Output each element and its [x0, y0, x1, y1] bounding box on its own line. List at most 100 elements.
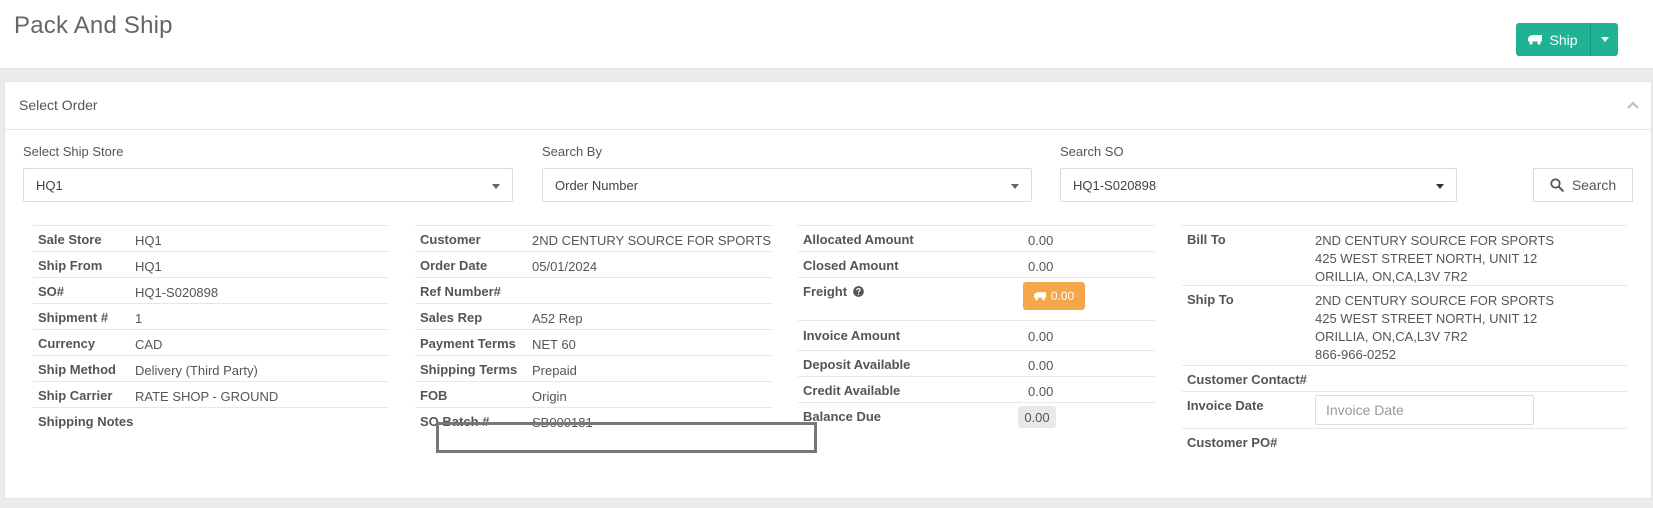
invoice-amount-row: Invoice Amount 0.00: [798, 320, 1155, 350]
bill-to-line: 2ND CENTURY SOURCE FOR SPORTS: [1315, 233, 1555, 248]
customer-po-row: Customer PO#: [1182, 428, 1627, 454]
caret-down-icon: [492, 184, 500, 189]
ship-to-row: Ship To 2ND CENTURY SOURCE FOR SPORTS 42…: [1182, 285, 1627, 365]
sale-store-label: Sale Store: [38, 232, 102, 247]
balance-due-badge: 0.00: [1018, 406, 1056, 428]
freight-row: Freight 0.00: [798, 277, 1155, 320]
payment-terms-label: Payment Terms: [420, 336, 516, 351]
customer-contact-label: Customer Contact#: [1187, 372, 1307, 387]
fob-value: Origin: [532, 389, 567, 404]
allocated-amount-row: Allocated Amount 0.00: [798, 225, 1155, 251]
payment-terms-row: Payment Terms NET 60: [415, 329, 772, 355]
credit-available-label: Credit Available: [803, 383, 901, 398]
search-button[interactable]: Search: [1533, 168, 1633, 202]
shipping-notes-row: Shipping Notes: [33, 407, 389, 433]
shipping-terms-value: Prepaid: [532, 363, 577, 378]
so-number-label: SO#: [38, 284, 65, 299]
bill-to-row: Bill To 2ND CENTURY SOURCE FOR SPORTS 42…: [1182, 225, 1627, 285]
so-batch-highlight: [436, 422, 817, 453]
truck-icon: [1528, 35, 1543, 45]
allocated-amount-value: 0.00: [1028, 233, 1054, 248]
invoice-date-input[interactable]: [1315, 395, 1534, 425]
page-title: Pack And Ship: [14, 12, 173, 39]
customer-value: 2ND CENTURY SOURCE FOR SPORTS: [532, 233, 772, 248]
bill-to-line: ORILLIA, ON,CA,L3V 7R2: [1315, 269, 1468, 284]
truck-icon: [1033, 292, 1046, 301]
ship-store-select[interactable]: HQ1: [23, 168, 513, 202]
deposit-available-row: Deposit Available 0.00: [798, 350, 1155, 376]
ship-button-group: Ship: [1516, 23, 1618, 56]
sale-store-row: Sale Store HQ1: [33, 225, 389, 251]
currency-label: Currency: [38, 336, 96, 351]
ship-carrier-label: Ship Carrier: [38, 388, 113, 403]
customer-label: Customer: [420, 232, 481, 247]
caret-down-icon: [1011, 184, 1019, 189]
ship-dropdown-toggle[interactable]: [1590, 23, 1618, 56]
freight-button[interactable]: 0.00: [1023, 282, 1085, 310]
freight-label: Freight: [803, 284, 848, 299]
invoice-date-row: Invoice Date: [1182, 391, 1627, 428]
freight-label-group: Freight: [803, 284, 864, 299]
ref-number-row: Ref Number#: [415, 277, 772, 303]
fob-row: FOB Origin: [415, 381, 772, 407]
search-so-select[interactable]: HQ1-S020898: [1060, 168, 1457, 202]
ship-to-line: 425 WEST STREET NORTH, UNIT 12: [1315, 311, 1538, 326]
balance-due-row: Balance Due 0.00: [798, 402, 1155, 430]
invoice-date-label: Invoice Date: [1187, 398, 1264, 413]
bill-to-label: Bill To: [1187, 232, 1226, 247]
ship-store-label: Select Ship Store: [23, 144, 124, 159]
ship-button[interactable]: Ship: [1516, 23, 1590, 56]
sales-rep-label: Sales Rep: [420, 310, 483, 325]
chevron-up-icon[interactable]: [1627, 100, 1639, 110]
so-number-value: HQ1-S020898: [135, 285, 219, 300]
customer-po-label: Customer PO#: [1187, 435, 1278, 450]
credit-available-row: Credit Available 0.00: [798, 376, 1155, 402]
ship-from-label: Ship From: [38, 258, 103, 273]
ship-button-label: Ship: [1549, 31, 1578, 48]
search-so-value: HQ1-S020898: [1073, 178, 1157, 193]
currency-row: Currency CAD: [33, 329, 389, 355]
closed-amount-value: 0.00: [1028, 259, 1054, 274]
freight-value: 0.00: [1050, 289, 1075, 303]
ship-from-row: Ship From HQ1: [33, 251, 389, 277]
select-order-panel: Select Order Select Ship Store HQ1 Searc…: [4, 81, 1652, 499]
shipping-notes-label: Shipping Notes: [38, 414, 134, 429]
balance-due-value: 0.00: [1024, 409, 1050, 425]
order-date-row: Order Date 05/01/2024: [415, 251, 772, 277]
deposit-available-value: 0.00: [1028, 358, 1054, 373]
search-button-label: Search: [1571, 177, 1617, 193]
order-date-label: Order Date: [420, 258, 488, 273]
search-icon: [1550, 178, 1564, 192]
ship-carrier-row: Ship Carrier RATE SHOP - GROUND: [33, 381, 389, 407]
customer-info-column: Customer 2ND CENTURY SOURCE FOR SPORTS O…: [415, 225, 772, 433]
ship-to-line: 2ND CENTURY SOURCE FOR SPORTS: [1315, 293, 1555, 308]
panel-title: Select Order: [19, 97, 98, 113]
shipment-value: 1: [135, 311, 143, 326]
ship-store-value: HQ1: [36, 178, 63, 193]
bill-to-line: 425 WEST STREET NORTH, UNIT 12: [1315, 251, 1538, 266]
bill-to-address: 2ND CENTURY SOURCE FOR SPORTS 425 WEST S…: [1315, 232, 1554, 286]
closed-amount-row: Closed Amount 0.00: [798, 251, 1155, 277]
ship-from-value: HQ1: [135, 259, 162, 274]
question-circle-icon[interactable]: [852, 286, 864, 297]
invoice-amount-label: Invoice Amount: [803, 328, 901, 343]
allocated-amount-label: Allocated Amount: [803, 232, 914, 247]
ship-method-label: Ship Method: [38, 362, 116, 377]
deposit-available-label: Deposit Available: [803, 357, 911, 372]
ship-method-row: Ship Method Delivery (Third Party): [33, 355, 389, 381]
panel-header: Select Order: [5, 82, 1651, 130]
search-by-label: Search By: [542, 144, 602, 159]
ship-to-label: Ship To: [1187, 292, 1234, 307]
order-info-column: Sale Store HQ1 Ship From HQ1 SO# HQ1-S02…: [33, 225, 389, 433]
sales-rep-row: Sales Rep A52 Rep: [415, 303, 772, 329]
amounts-column: Allocated Amount 0.00 Closed Amount 0.00…: [798, 225, 1155, 430]
fob-label: FOB: [420, 388, 448, 403]
ship-to-line: ORILLIA, ON,CA,L3V 7R2: [1315, 329, 1468, 344]
ship-carrier-value: RATE SHOP - GROUND: [135, 389, 279, 404]
caret-down-icon: [1436, 184, 1444, 189]
shipping-terms-row: Shipping Terms Prepaid: [415, 355, 772, 381]
search-by-select[interactable]: Order Number: [542, 168, 1032, 202]
ship-to-phone: 866-966-0252: [1315, 347, 1396, 362]
so-number-row: SO# HQ1-S020898: [33, 277, 389, 303]
currency-value: CAD: [135, 337, 163, 352]
